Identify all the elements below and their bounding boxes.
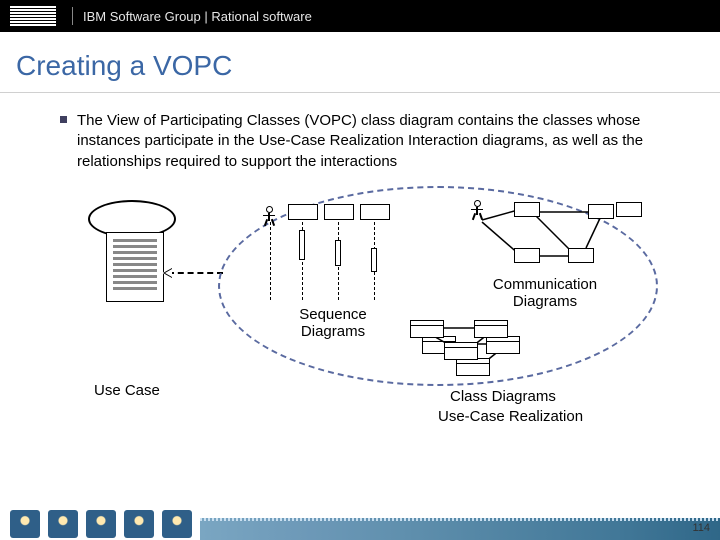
usecase-label: Use Case	[94, 382, 160, 399]
communication-label: Communication Diagrams	[480, 276, 610, 310]
diagram-area: Use Case Sequence Diagrams	[50, 186, 670, 446]
footer-bar	[0, 508, 720, 540]
content-body: The View of Participating Classes (VOPC)…	[0, 93, 720, 172]
header-divider	[72, 7, 73, 25]
header-title: IBM Software Group | Rational software	[83, 9, 312, 24]
bullet-text: The View of Participating Classes (VOPC)…	[77, 111, 690, 172]
realization-arrow-head-icon	[162, 267, 172, 279]
realization-arrow-line	[168, 272, 223, 274]
page-number: 114	[692, 522, 710, 534]
header-bar: IBM Software Group | Rational software	[0, 0, 720, 32]
footer-gradient-strip	[200, 518, 720, 540]
classdiagram-label: Class Diagrams	[450, 388, 556, 405]
usecase-realization-label: Use-Case Realization	[438, 408, 583, 425]
ibm-logo-icon	[10, 6, 56, 27]
footer-figure-icons	[0, 510, 200, 540]
slide-title: Creating a VOPC	[0, 32, 720, 84]
sequence-diagram-icon	[270, 204, 410, 300]
bullet-item: The View of Participating Classes (VOPC)…	[60, 111, 690, 172]
bullet-square-icon	[60, 116, 67, 123]
sequence-label: Sequence Diagrams	[288, 306, 378, 340]
usecase-document-icon	[106, 232, 164, 302]
